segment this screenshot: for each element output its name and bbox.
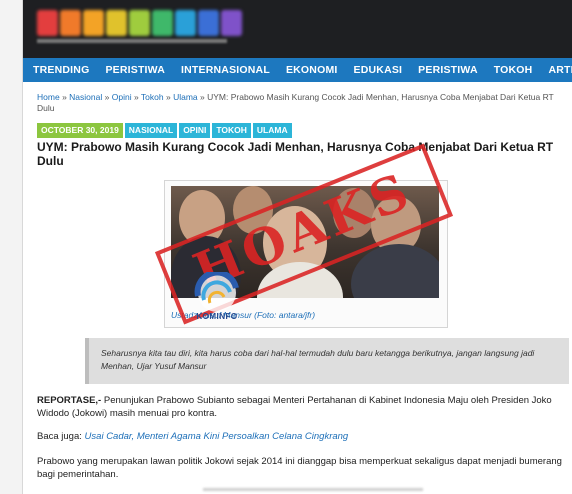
logo-letter — [60, 10, 81, 36]
logo-letter — [198, 10, 219, 36]
main-navigation: TRENDING PERISTIWA INTERNASIONAL EKONOMI EDU… — [23, 58, 572, 82]
logo-letter — [106, 10, 127, 36]
post-tags: OCTOBER 30, 2019 NASIONAL OPINI TOKOH UL… — [37, 123, 292, 138]
article-page: TRENDING PERISTIWA INTERNASIONAL EKONOMI EDU… — [22, 0, 572, 494]
logo-letter — [152, 10, 173, 36]
breadcrumb: Home » Nasional » Opini » Tokoh » Ulama … — [37, 92, 557, 114]
article-blockquote: Seharusnya kita tau diri, kita harus cob… — [85, 338, 569, 384]
logo-letters — [37, 10, 242, 36]
logo-letter — [37, 10, 58, 36]
lead-text: Penunjukan Prabowo Subianto sebagai Ment… — [37, 395, 552, 419]
related-article: Baca juga: Usai Cadar, Menteri Agama Kin… — [37, 430, 565, 443]
category-tag-ulama[interactable]: ULAMA — [252, 123, 292, 138]
category-tag-tokoh[interactable]: TOKOH — [212, 123, 251, 138]
nav-item-trending[interactable]: TRENDING — [23, 58, 97, 82]
breadcrumb-tokoh[interactable]: Tokoh — [141, 92, 164, 102]
breadcrumb-nasional[interactable]: Nasional — [69, 92, 102, 102]
site-header — [23, 0, 572, 58]
logo-letter — [175, 10, 196, 36]
breadcrumb-separator: » — [165, 92, 171, 102]
breadcrumb-ulama[interactable]: Ulama — [173, 92, 198, 102]
left-gutter — [0, 0, 22, 494]
post-date-tag: OCTOBER 30, 2019 — [37, 123, 123, 138]
logo-letter — [83, 10, 104, 36]
article-lead-paragraph: REPORTASE,- Penunjukan Prabowo Subianto … — [37, 394, 565, 420]
kominfo-logo: KOMINFO — [186, 269, 248, 322]
kominfo-icon — [194, 269, 239, 312]
breadcrumb-home[interactable]: Home — [37, 92, 60, 102]
logo-letter — [129, 10, 150, 36]
related-article-link[interactable]: Usai Cadar, Menteri Agama Kini Persoalka… — [85, 431, 349, 442]
breadcrumb-separator: » — [200, 92, 205, 102]
site-logo[interactable] — [37, 10, 242, 44]
breadcrumb-opini[interactable]: Opini — [112, 92, 132, 102]
faded-text-line — [203, 488, 423, 491]
nav-item-peristiwa[interactable]: PERISTIWA — [97, 58, 173, 82]
related-label: Baca juga: — [37, 431, 82, 442]
article-title: UYM: Prabowo Masih Kurang Cocok Jadi Men… — [37, 140, 554, 168]
category-tag-opini[interactable]: OPINI — [179, 123, 211, 138]
breadcrumb-separator: » — [62, 92, 67, 102]
lead-source-label: REPORTASE,- — [37, 395, 102, 406]
logo-tagline — [37, 39, 227, 43]
photo-person — [351, 244, 439, 298]
breadcrumb-separator: » — [133, 92, 139, 102]
nav-item-ekonomi[interactable]: EKONOMI — [278, 58, 346, 82]
nav-item-peristiwa[interactable]: PERISTIWA — [410, 58, 486, 82]
blockquote-text: Seharusnya kita tau diri, kita harus cob… — [101, 348, 535, 371]
nav-item-artis[interactable]: ARTIS — [540, 58, 572, 82]
article-body-paragraph: Prabowo yang merupakan lawan politik Jok… — [37, 456, 562, 480]
nav-item-tokoh[interactable]: TOKOH — [486, 58, 541, 82]
nav-item-internasional[interactable]: INTERNASIONAL — [173, 58, 278, 82]
breadcrumb-separator: » — [104, 92, 110, 102]
logo-letter — [221, 10, 242, 36]
kominfo-label: KOMINFO — [196, 312, 238, 321]
category-tag-nasional[interactable]: NASIONAL — [124, 123, 178, 138]
nav-item-edukasi[interactable]: EDUKASI — [346, 58, 411, 82]
